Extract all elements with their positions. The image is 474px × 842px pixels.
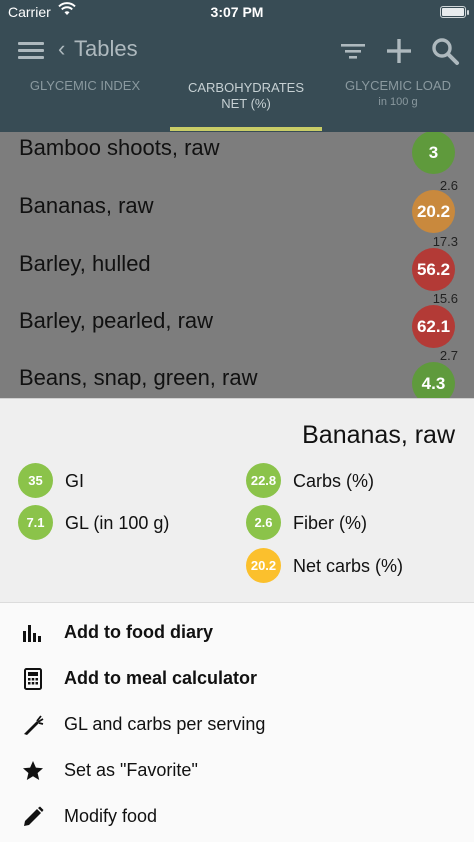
food-name: Barley, pearled, raw (19, 308, 214, 333)
tab-glycemic-index[interactable]: GLYCEMIC INDEX (0, 78, 170, 128)
search-icon[interactable] (430, 36, 460, 66)
tab-glycemic-load[interactable]: GLYCEMIC LOAD in 100 g (322, 78, 474, 128)
gl-label: GL (in 100 g) (65, 513, 170, 533)
tab-indicator (170, 127, 322, 131)
food-list: Bamboo shoots, raw 3 2.6 Bananas, raw 20… (0, 132, 474, 398)
glycemic-load-value: 2.6 (439, 178, 458, 193)
add-to-food-diary-button[interactable]: Add to food diary (0, 610, 474, 656)
gi-label: GI (65, 471, 85, 491)
menu-label: Add to food diary (64, 622, 213, 642)
carbs-badge: 56.2 (412, 248, 455, 291)
glycemic-load-value: 15.6 (432, 291, 458, 306)
add-icon[interactable] (384, 36, 414, 66)
menu-label: GL and carbs per serving (64, 714, 266, 734)
pencil-icon (24, 806, 44, 826)
filter-icon[interactable] (338, 36, 368, 66)
food-detail-sheet: Bananas, raw 35 GI 7.1 GL (in 100 g) 22.… (0, 398, 474, 842)
list-item[interactable]: Bamboo shoots, raw 3 (0, 132, 474, 188)
tab-carbohydrates[interactable]: CARBOHYDRATES NET (%) (170, 80, 322, 130)
list-item[interactable]: 2.6 Bananas, raw 20.2 (0, 178, 474, 245)
net-carbs-value-badge: 20.2 (246, 548, 281, 583)
set-favorite-button[interactable]: Set as "Favorite" (0, 748, 474, 794)
bar-chart-icon (23, 625, 41, 642)
carbs-badge: 3 (412, 132, 455, 174)
app-header: ‹ Tables GLYCEMIC INDEX CARBOHYDRATES NE… (0, 26, 474, 132)
menu-icon[interactable] (18, 40, 44, 60)
fiber-value-badge: 2.6 (246, 505, 281, 540)
carbs-value-badge: 22.8 (246, 463, 281, 498)
carbs-badge: 4.3 (412, 362, 455, 398)
carrot-icon (24, 715, 44, 735)
carbs-badge: 20.2 (412, 190, 455, 233)
food-name: Barley, hulled (19, 251, 151, 276)
net-carbs-label: Net carbs (%) (293, 556, 404, 576)
status-time: 3:07 PM (210, 4, 264, 20)
list-item[interactable]: 17.3 Barley, hulled 56.2 (0, 234, 474, 302)
back-chevron-icon[interactable]: ‹ (58, 36, 65, 62)
glycemic-load-value: 17.3 (432, 234, 458, 249)
fiber-label: Fiber (%) (293, 513, 368, 533)
food-name: Bananas, raw (19, 193, 154, 218)
menu-label: Add to meal calculator (64, 668, 258, 688)
star-icon (23, 761, 43, 780)
gl-value-badge: 7.1 (18, 505, 53, 540)
gi-value-badge: 35 (18, 463, 53, 498)
food-name: Bamboo shoots, raw (19, 135, 220, 160)
menu-label: Modify food (64, 806, 158, 826)
header-title[interactable]: Tables (74, 36, 138, 62)
carbs-badge: 62.1 (412, 305, 455, 348)
menu-label: Set as "Favorite" (64, 760, 198, 780)
list-item[interactable]: 15.6 Barley, pearled, raw 62.1 (0, 291, 474, 359)
food-name: Beans, snap, green, raw (19, 365, 258, 390)
food-summary: Bananas, raw 35 GI 7.1 GL (in 100 g) 22.… (0, 399, 474, 603)
battery-icon (440, 6, 469, 18)
status-bar: Carrier 3:07 PM (0, 0, 474, 26)
carbs-label: Carbs (%) (293, 471, 375, 491)
sheet-title: Bananas, raw (302, 421, 455, 449)
calculator-icon (24, 668, 42, 690)
add-to-meal-calculator-button[interactable]: Add to meal calculator (0, 656, 474, 702)
glycemic-load-value: 2.7 (439, 348, 458, 363)
modify-food-button[interactable]: Modify food (0, 794, 474, 840)
gl-carbs-per-serving-button[interactable]: GL and carbs per serving (0, 702, 474, 748)
list-item[interactable]: 2.7 Beans, snap, green, raw 4.3 (0, 348, 474, 398)
